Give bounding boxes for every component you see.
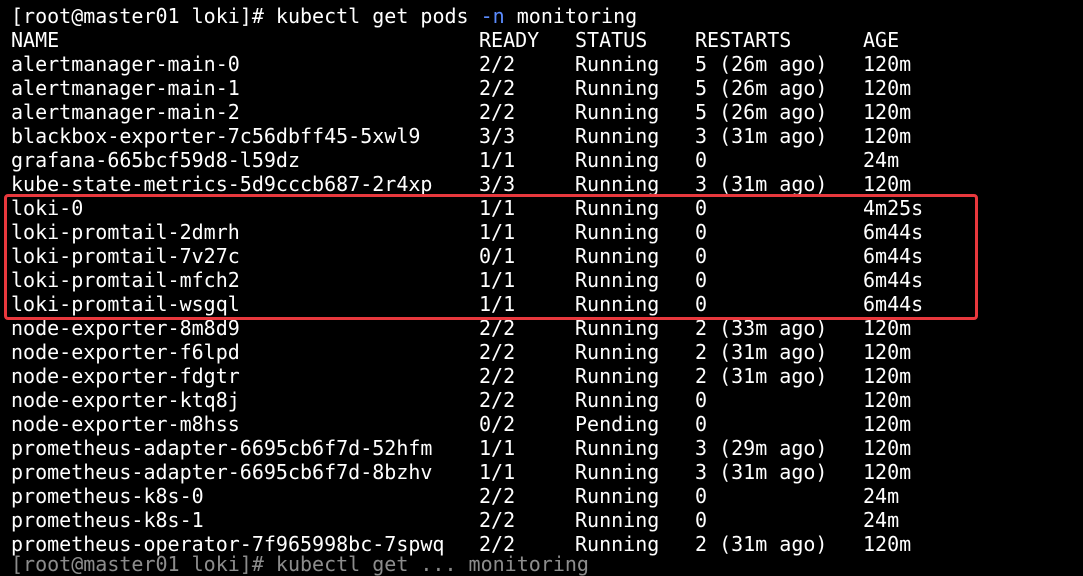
pod-ready: 2/2 (479, 484, 516, 508)
pod-status: Running (575, 460, 660, 484)
pod-ready: 3/3 (479, 124, 516, 148)
pod-ready: 0/2 (479, 412, 516, 436)
pod-age: 120m (863, 412, 912, 436)
terminal-window[interactable]: [root@master01 loki]# kubectl get pods -… (0, 0, 1083, 576)
pod-name: alertmanager-main-0 (11, 52, 240, 76)
pod-age: 120m (863, 532, 912, 556)
pod-name: node-exporter-f6lpd (11, 340, 240, 364)
pod-status: Running (575, 172, 660, 196)
pod-age: 120m (863, 364, 912, 388)
pod-age: 120m (863, 388, 912, 412)
highlight-box (4, 194, 978, 320)
pod-name: blackbox-exporter-7c56dbff45-5xwl9 (11, 124, 421, 148)
pod-restarts: 0 (695, 388, 708, 412)
pod-restarts: 2 (31m ago) (695, 364, 828, 388)
pod-name: grafana-665bcf59d8-l59dz (11, 148, 300, 172)
pod-ready: 2/2 (479, 388, 516, 412)
pod-status: Running (575, 388, 660, 412)
pod-status: Running (575, 484, 660, 508)
pod-restarts: 2 (31m ago) (695, 340, 828, 364)
pod-restarts: 3 (31m ago) (695, 172, 828, 196)
pod-ready: 2/2 (479, 76, 516, 100)
prompt-user-host: [root@master01 loki]# (11, 4, 276, 28)
pod-age: 24m (863, 484, 900, 508)
pod-restarts: 0 (695, 484, 708, 508)
pod-age: 120m (863, 436, 912, 460)
pod-restarts: 0 (695, 148, 708, 172)
pod-status: Running (575, 124, 660, 148)
pod-age: 120m (863, 52, 912, 76)
header-restarts: RESTARTS (695, 28, 792, 52)
header-status: STATUS (575, 28, 648, 52)
prompt-argument: monitoring (504, 4, 638, 28)
pod-name: node-exporter-ktq8j (11, 388, 240, 412)
pod-name: prometheus-adapter-6695cb6f7d-8bzhv (11, 460, 433, 484)
pod-status: Pending (575, 412, 660, 436)
pod-name: prometheus-adapter-6695cb6f7d-52hfm (11, 436, 433, 460)
pod-restarts: 5 (26m ago) (695, 52, 828, 76)
pod-age: 120m (863, 460, 912, 484)
pod-ready: 2/2 (479, 364, 516, 388)
pod-status: Running (575, 436, 660, 460)
pod-restarts: 0 (695, 508, 708, 532)
pod-age: 120m (863, 124, 912, 148)
header-ready: READY (479, 28, 540, 52)
pod-name: alertmanager-main-2 (11, 100, 240, 124)
pod-restarts: 3 (29m ago) (695, 436, 828, 460)
prompt-command: kubectl get pods (275, 4, 481, 28)
pod-restarts: 5 (26m ago) (695, 100, 828, 124)
pod-status: Running (575, 364, 660, 388)
pod-ready: 2/2 (479, 100, 516, 124)
pod-age: 120m (863, 76, 912, 100)
command-prompt-line: [root@master01 loki]# kubectl get pods -… (11, 4, 637, 28)
pod-name: alertmanager-main-1 (11, 76, 240, 100)
table-header: NAME READY STATUS RESTARTS AGE (11, 28, 899, 52)
pod-restarts: 3 (31m ago) (695, 124, 828, 148)
prompt-flag: -n (480, 4, 505, 28)
pod-restarts: 3 (31m ago) (695, 460, 828, 484)
pod-restarts: 5 (26m ago) (695, 76, 828, 100)
pod-name: prometheus-k8s-0 (11, 484, 204, 508)
pod-name: prometheus-k8s-1 (11, 508, 204, 532)
header-name: NAME (11, 28, 60, 52)
pod-name: node-exporter-m8hss (11, 412, 240, 436)
header-age: AGE (863, 28, 900, 52)
pod-ready: 2/2 (479, 508, 516, 532)
pod-status: Running (575, 76, 660, 100)
next-command-prompt-line: [root@master01 loki]# kubectl get ... mo… (11, 552, 589, 576)
pod-status: Running (575, 340, 660, 364)
pod-age: 120m (863, 100, 912, 124)
pod-status: Running (575, 52, 660, 76)
pod-ready: 1/1 (479, 148, 516, 172)
pod-restarts: 2 (31m ago) (695, 532, 828, 556)
pod-age: 120m (863, 172, 912, 196)
pod-age: 24m (863, 508, 900, 532)
pod-status: Running (575, 508, 660, 532)
pod-status: Running (575, 148, 660, 172)
pod-ready: 2/2 (479, 340, 516, 364)
pod-name: node-exporter-fdgtr (11, 364, 240, 388)
pod-status: Running (575, 100, 660, 124)
pod-age: 120m (863, 340, 912, 364)
pod-ready: 2/2 (479, 52, 516, 76)
pod-restarts: 0 (695, 412, 708, 436)
pod-ready: 1/1 (479, 436, 516, 460)
pod-ready: 1/1 (479, 460, 516, 484)
pod-age: 24m (863, 148, 900, 172)
pod-ready: 3/3 (479, 172, 516, 196)
pod-name: kube-state-metrics-5d9cccb687-2r4xp (11, 172, 433, 196)
